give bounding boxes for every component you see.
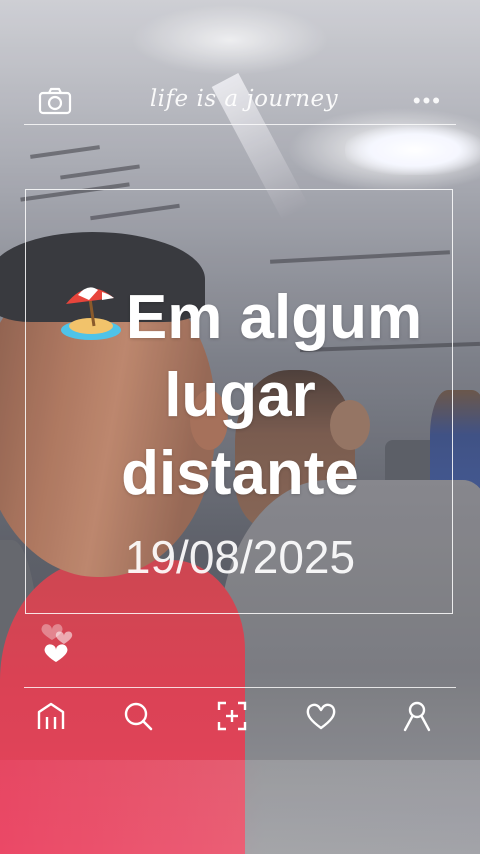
caption-line-1: Em algum [26, 278, 454, 357]
camera-icon[interactable] [38, 86, 72, 116]
search-icon[interactable] [121, 699, 155, 733]
beach-umbrella-island-emoji [58, 278, 124, 344]
add-capture-icon[interactable] [215, 699, 249, 733]
hearts-icon [36, 610, 86, 670]
caption-text-1: Em algum [125, 283, 423, 352]
caption-line-2: lugar [164, 361, 316, 430]
profile-icon[interactable] [400, 699, 434, 733]
home-icon[interactable] [34, 699, 68, 733]
caption-line-3: distante [121, 439, 359, 508]
bottom-nav [24, 697, 456, 737]
screen: life is a journey ••• Em algum lugar dis… [0, 0, 480, 854]
date-text: 19/08/2025 [124, 531, 356, 583]
top-bar: life is a journey ••• [24, 82, 456, 125]
heart-icon[interactable] [304, 699, 338, 733]
script-title: life is a journey [149, 86, 339, 112]
top-divider [24, 124, 456, 125]
more-dots-icon[interactable]: ••• [413, 90, 442, 112]
bottom-divider [24, 687, 456, 688]
caption: Em algum lugar distante [26, 278, 454, 513]
